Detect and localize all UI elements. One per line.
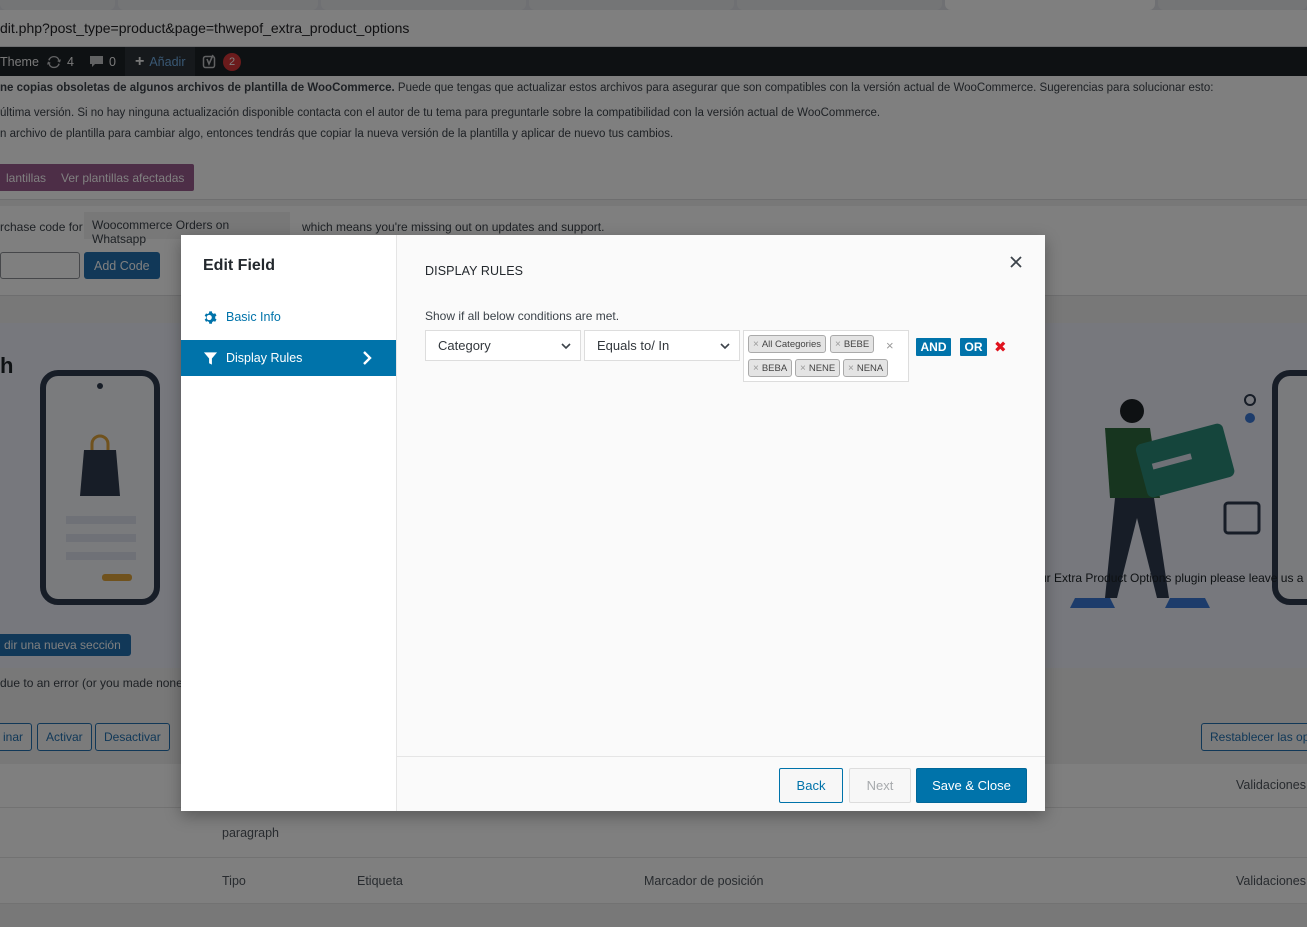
- condition-description: Show if all below conditions are met.: [425, 309, 620, 323]
- nav-display-rules-label: Display Rules: [226, 351, 303, 365]
- remove-rule-icon[interactable]: ✖: [994, 338, 1007, 356]
- chip-label: BEBE: [843, 338, 870, 350]
- nav-basic-info[interactable]: Basic Info: [181, 299, 396, 335]
- close-icon[interactable]: [1007, 253, 1025, 271]
- chevron-down-icon: [561, 343, 571, 350]
- selected-value-chip[interactable]: × NENE: [795, 359, 841, 377]
- selected-value-chip[interactable]: × NENA: [843, 359, 889, 377]
- selected-value-chip[interactable]: × BEBE: [830, 335, 875, 353]
- back-button[interactable]: Back: [779, 768, 843, 803]
- operator-value: Equals to/ In: [597, 338, 670, 353]
- operator-select[interactable]: Equals to/ In: [584, 330, 740, 361]
- chevron-down-icon: [720, 343, 730, 350]
- next-button[interactable]: Next: [849, 768, 911, 803]
- chip-label: BEBA: [761, 362, 788, 374]
- selected-value-chip[interactable]: × BEBA: [748, 359, 793, 377]
- remove-chip-icon[interactable]: ×: [753, 363, 759, 374]
- or-button[interactable]: OR: [960, 338, 987, 356]
- clear-all-icon[interactable]: ×: [886, 338, 894, 353]
- modal-title: Edit Field: [203, 257, 275, 274]
- gear-icon: [204, 310, 217, 324]
- remove-chip-icon[interactable]: ×: [848, 363, 854, 374]
- category-multiselect[interactable]: × All Categories × BEBE × × BEBA × NENE × NEN…: [743, 330, 909, 382]
- nav-display-rules[interactable]: Display Rules: [181, 340, 396, 376]
- chip-label: All Categories: [761, 338, 821, 350]
- selected-value-chip[interactable]: × All Categories: [748, 335, 826, 353]
- section-title: DISPLAY RULES: [425, 264, 524, 278]
- and-button[interactable]: AND: [916, 338, 951, 356]
- remove-chip-icon[interactable]: ×: [753, 339, 759, 350]
- filter-icon: [203, 351, 218, 365]
- edit-field-modal: Edit Field Basic Info Display Rules DISP…: [181, 235, 1045, 811]
- nav-basic-info-label: Basic Info: [226, 310, 281, 324]
- save-close-button[interactable]: Save & Close: [916, 768, 1027, 803]
- operand-type-value: Category: [438, 338, 491, 353]
- operand-type-select[interactable]: Category: [425, 330, 581, 361]
- remove-chip-icon[interactable]: ×: [800, 363, 806, 374]
- modal-sidebar: Edit Field Basic Info Display Rules: [181, 235, 397, 811]
- modal-footer: Back Next Save & Close: [397, 756, 1045, 811]
- remove-chip-icon[interactable]: ×: [835, 339, 841, 350]
- chevron-right-icon: [363, 351, 372, 365]
- chip-label: NENE: [808, 362, 836, 374]
- modal-content: DISPLAY RULES Show if all below conditio…: [397, 235, 1045, 811]
- chip-label: NENA: [856, 362, 884, 374]
